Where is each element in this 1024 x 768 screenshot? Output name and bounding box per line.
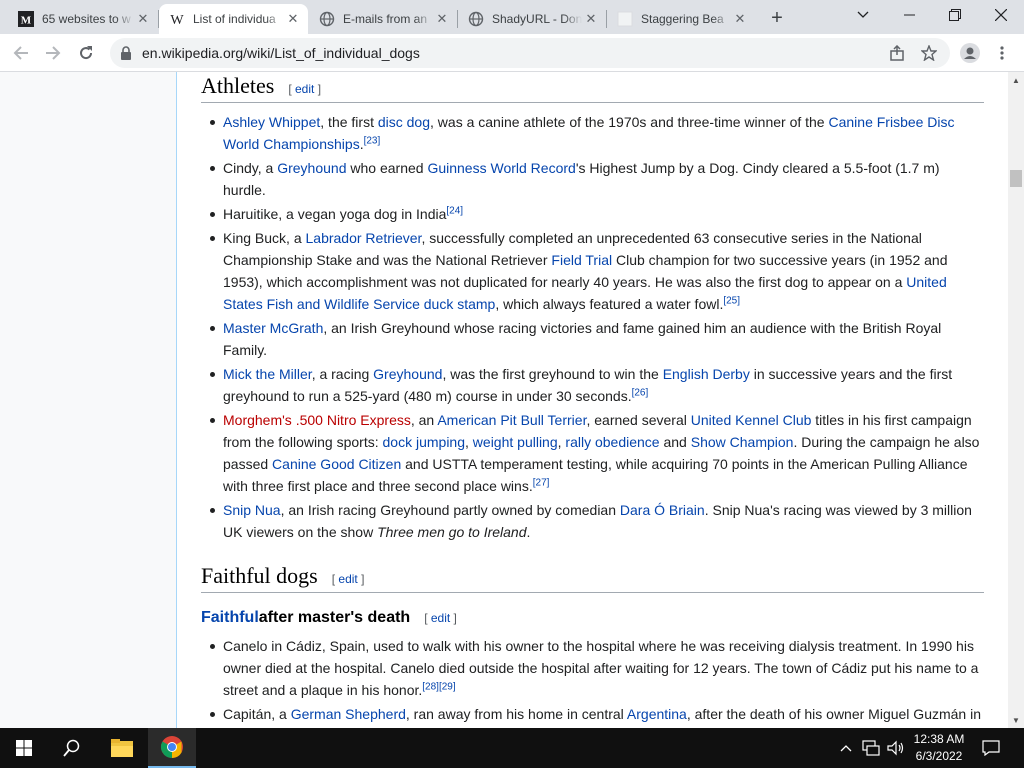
- tab-wikipedia-dogs[interactable]: W List of individua ✕: [159, 4, 308, 34]
- svg-text:W: W: [170, 13, 184, 27]
- tab-staggering[interactable]: Staggering Bea ✕: [607, 4, 755, 34]
- new-tab-button[interactable]: +: [765, 6, 789, 30]
- reference-link[interactable]: [29]: [439, 681, 456, 692]
- reference-link[interactable]: [28]: [422, 681, 439, 692]
- minimize-icon[interactable]: [886, 0, 932, 30]
- edit-link[interactable]: edit: [338, 572, 357, 586]
- tab-emails[interactable]: E-mails from an ✕: [309, 4, 457, 34]
- faithful-after-death-heading: Faithful after master's death [ edit ]: [201, 609, 457, 627]
- faithful-dogs-heading: Faithful dogs [ edit ]: [201, 563, 984, 593]
- tab-title: ShadyURL - Don: [492, 12, 582, 26]
- tab-title: 65 websites to w: [42, 12, 131, 26]
- wiki-sidebar: [0, 72, 177, 728]
- faithful-list: Canelo in Cádiz, Spain, used to walk wit…: [210, 635, 984, 725]
- page-favicon-icon: [617, 11, 633, 27]
- tab-close-icon[interactable]: ✕: [134, 10, 152, 28]
- edit-link[interactable]: edit: [431, 611, 450, 625]
- bookmark-star-icon[interactable]: [920, 44, 938, 62]
- forward-icon[interactable]: [40, 40, 66, 66]
- system-clock[interactable]: 12:38 AM 6/3/2022: [908, 731, 970, 765]
- wikipedia-favicon-icon: W: [169, 11, 185, 27]
- lock-icon: [120, 46, 132, 60]
- medium-favicon-icon: M: [18, 11, 34, 27]
- scroll-up-icon[interactable]: ▲: [1008, 72, 1024, 88]
- tab-title: E-mails from an: [343, 12, 428, 26]
- network-icon[interactable]: [858, 728, 884, 768]
- reference-link[interactable]: [23]: [364, 135, 381, 146]
- url-text: en.wikipedia.org/wiki/List_of_individual…: [142, 45, 420, 61]
- list-item: Canelo in Cádiz, Spain, used to walk wit…: [210, 635, 984, 701]
- edit-link[interactable]: edit: [295, 82, 314, 96]
- menu-dots-icon[interactable]: [989, 40, 1015, 66]
- close-window-icon[interactable]: [978, 0, 1024, 30]
- reference-link[interactable]: [24]: [446, 205, 463, 216]
- list-item: Snip Nua, an Irish racing Greyhound part…: [210, 499, 984, 543]
- globe-icon: [468, 11, 484, 27]
- tab-title: Staggering Bea: [641, 12, 724, 26]
- svg-text:M: M: [21, 15, 32, 27]
- edit-section: [ edit ]: [424, 611, 457, 625]
- reload-icon[interactable]: [73, 40, 99, 66]
- list-item: Morghem's .500 Nitro Express, an America…: [210, 409, 984, 497]
- tab-title: List of individua: [193, 12, 276, 26]
- athletes-list: Ashley Whippet, the first disc dog, was …: [210, 111, 984, 543]
- file-explorer-icon[interactable]: [98, 728, 146, 768]
- chrome-taskbar-icon[interactable]: [148, 728, 196, 768]
- list-item: Master McGrath, an Irish Greyhound whose…: [210, 317, 984, 361]
- tab-shadyurl[interactable]: ShadyURL - Don ✕: [458, 4, 606, 34]
- list-item: Cindy, a Greyhound who earned Guinness W…: [210, 157, 984, 201]
- reference-link[interactable]: [26]: [632, 387, 649, 398]
- tab-close-icon[interactable]: ✕: [284, 10, 302, 28]
- restore-icon[interactable]: [932, 0, 978, 30]
- list-item: Mick the Miller, a racing Greyhound, was…: [210, 363, 984, 407]
- tab-close-icon[interactable]: ✕: [731, 10, 749, 28]
- faithful-link[interactable]: Faithful: [201, 609, 259, 627]
- back-icon[interactable]: [8, 40, 34, 66]
- globe-icon: [319, 11, 335, 27]
- notifications-icon[interactable]: [970, 728, 1012, 768]
- article-body: Athletes [ edit ] Ashley Whippet, the fi…: [201, 72, 984, 727]
- scrollbar-thumb[interactable]: [1010, 170, 1022, 187]
- profile-avatar-icon[interactable]: [957, 40, 983, 66]
- tab-strip: M 65 websites to w ✕ W List of individua…: [0, 0, 1024, 34]
- list-item: Ashley Whippet, the first disc dog, was …: [210, 111, 984, 155]
- address-bar[interactable]: en.wikipedia.org/wiki/List_of_individual…: [110, 38, 950, 68]
- tab-search-chevron-icon[interactable]: [840, 0, 886, 30]
- clock-date: 6/3/2022: [915, 749, 963, 763]
- tray-chevron-icon[interactable]: [834, 728, 858, 768]
- scroll-down-icon[interactable]: ▼: [1008, 712, 1024, 728]
- reference-link[interactable]: [27]: [533, 477, 550, 488]
- edit-section: [ edit ]: [331, 572, 365, 586]
- edit-section: [ edit ]: [288, 82, 322, 96]
- athletes-heading: Athletes [ edit ]: [201, 72, 984, 103]
- clock-time: 12:38 AM: [913, 732, 965, 746]
- share-icon[interactable]: [888, 44, 906, 62]
- windows-start-icon[interactable]: [0, 728, 48, 768]
- reference-link[interactable]: [25]: [723, 295, 740, 306]
- tab-close-icon[interactable]: ✕: [433, 10, 451, 28]
- list-item: Capitán, a German Shepherd, ran away fro…: [210, 703, 984, 725]
- page-content: Athletes [ edit ] Ashley Whippet, the fi…: [0, 72, 1008, 728]
- tab-close-icon[interactable]: ✕: [582, 10, 600, 28]
- list-item: King Buck, a Labrador Retriever, success…: [210, 227, 984, 315]
- taskbar: 12:38 AM 6/3/2022: [0, 728, 1024, 768]
- volume-icon[interactable]: [884, 728, 908, 768]
- search-icon[interactable]: [48, 728, 96, 768]
- tab-65-websites[interactable]: M 65 websites to w ✕: [8, 4, 158, 34]
- browser-toolbar: en.wikipedia.org/wiki/List_of_individual…: [0, 34, 1024, 72]
- list-item: Haruitike, a vegan yoga dog in India[24]: [210, 203, 984, 225]
